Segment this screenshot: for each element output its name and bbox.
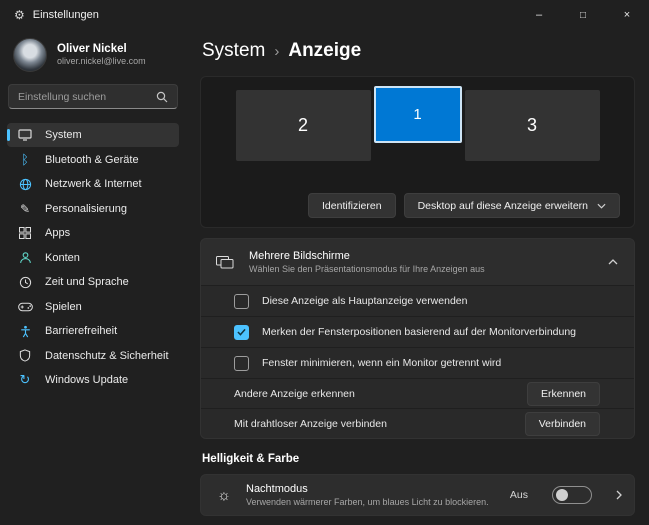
multiple-displays-subtitle: Wählen Sie den Präsentationsmodus für Ih… bbox=[249, 264, 485, 274]
toggle-knob bbox=[556, 489, 568, 501]
checkbox-label: Fenster minimieren, wenn ein Monitor get… bbox=[262, 357, 502, 369]
sidebar: Oliver Nickel oliver.nickel@live.com Sys… bbox=[0, 30, 186, 525]
window-title: Einstellungen bbox=[32, 9, 99, 21]
detect-button[interactable]: Erkennen bbox=[527, 381, 600, 406]
multiple-displays-icon bbox=[215, 255, 235, 269]
breadcrumb: System › Anzeige bbox=[202, 40, 635, 62]
apps-icon bbox=[17, 227, 33, 239]
sidebar-item-apps[interactable]: Apps bbox=[7, 221, 179, 245]
sidebar-item-label: Netzwerk & Internet bbox=[45, 178, 142, 190]
chevron-right-icon bbox=[616, 490, 622, 500]
search-icon bbox=[156, 91, 168, 103]
night-mode-toggle[interactable] bbox=[552, 486, 592, 504]
checkbox-label: Merken der Fensterpositionen basierend a… bbox=[262, 326, 577, 338]
minimize-windows-option-row[interactable]: Fenster minimieren, wenn ein Monitor get… bbox=[201, 347, 634, 378]
chevron-down-icon bbox=[597, 203, 606, 209]
monitor-2[interactable]: 2 bbox=[235, 90, 371, 161]
system-icon bbox=[17, 129, 33, 141]
night-mode-icon: ☼ bbox=[217, 486, 231, 504]
user-name: Oliver Nickel bbox=[57, 42, 127, 55]
sidebar-item-system[interactable]: System bbox=[7, 123, 179, 147]
breadcrumb-system[interactable]: System bbox=[202, 40, 265, 62]
display-arrangement-panel: 2 1 3 Identifizieren Desktop auf diese A… bbox=[200, 76, 635, 228]
settings-window: ⚙ Einstellungen – □ × Oliver Nickel oliv… bbox=[0, 0, 649, 525]
wireless-display-row: Mit drahtloser Anzeige verbinden Verbind… bbox=[201, 408, 634, 438]
detect-display-label: Andere Anzeige erkennen bbox=[234, 387, 355, 400]
main-content: System › Anzeige 2 1 3 Identifizieren De… bbox=[186, 30, 649, 525]
titlebar: ⚙ Einstellungen – □ × bbox=[0, 0, 649, 30]
detect-display-row: Andere Anzeige erkennen Erkennen bbox=[201, 378, 634, 408]
update-icon: ↻ bbox=[19, 372, 31, 387]
remember-positions-option-row[interactable]: Merken der Fensterpositionen basierend a… bbox=[201, 316, 634, 347]
minimize-button[interactable]: – bbox=[517, 0, 561, 30]
gaming-icon bbox=[17, 302, 33, 312]
night-mode-state: Aus bbox=[509, 489, 528, 501]
monitor-label: 1 bbox=[413, 106, 422, 123]
personalization-icon: ✎ bbox=[19, 201, 31, 216]
breadcrumb-current-page: Anzeige bbox=[288, 40, 362, 61]
user-email: oliver.nickel@live.com bbox=[57, 56, 146, 67]
extend-display-label: Desktop auf diese Anzeige erweitern bbox=[417, 199, 588, 212]
close-button[interactable]: × bbox=[605, 0, 649, 30]
sidebar-item-bluetooth[interactable]: ᛒ Bluetooth & Geräte bbox=[7, 148, 179, 172]
main-display-option-row[interactable]: Diese Anzeige als Hauptanzeige verwenden bbox=[201, 285, 634, 316]
sidebar-item-label: Spielen bbox=[45, 300, 82, 313]
wireless-display-label: Mit drahtloser Anzeige verbinden bbox=[234, 417, 387, 430]
maximize-button[interactable]: □ bbox=[561, 0, 605, 30]
bluetooth-icon: ᛒ bbox=[21, 152, 29, 167]
breadcrumb-chevron-icon: › bbox=[274, 43, 280, 60]
sidebar-nav: System ᛒ Bluetooth & Geräte Netzwerk & I… bbox=[7, 123, 179, 393]
avatar bbox=[13, 38, 47, 72]
multiple-displays-card: Mehrere Bildschirme Wählen Sie den Präse… bbox=[200, 238, 635, 439]
brightness-section-title: Helligkeit & Farbe bbox=[202, 453, 300, 465]
sidebar-item-privacy[interactable]: Datenschutz & Sicherheit bbox=[7, 344, 179, 368]
main-display-checkbox[interactable] bbox=[234, 293, 249, 309]
sidebar-item-time-language[interactable]: Zeit und Sprache bbox=[7, 270, 179, 294]
sidebar-item-accounts[interactable]: Konten bbox=[7, 246, 179, 270]
extend-display-dropdown[interactable]: Desktop auf diese Anzeige erweitern bbox=[403, 193, 620, 218]
accessibility-icon bbox=[17, 325, 33, 338]
sidebar-item-label: Personalisierung bbox=[45, 202, 127, 215]
monitor-3[interactable]: 3 bbox=[464, 90, 600, 161]
night-mode-subtitle: Verwenden wärmerer Farben, um blaues Lic… bbox=[246, 497, 489, 507]
network-icon bbox=[17, 178, 33, 191]
minimize-windows-checkbox[interactable] bbox=[234, 355, 249, 371]
monitor-actions: Identifizieren Desktop auf diese Anzeige… bbox=[308, 193, 620, 218]
chevron-up-icon[interactable] bbox=[606, 255, 620, 269]
sidebar-item-label: Zeit und Sprache bbox=[45, 276, 129, 288]
night-mode-title: Nachtmodus bbox=[246, 483, 308, 495]
window-controls: – □ × bbox=[517, 0, 649, 30]
monitor-layout: 2 1 3 bbox=[201, 77, 634, 161]
connect-button[interactable]: Verbinden bbox=[524, 411, 600, 436]
monitor-1-selected[interactable]: 1 bbox=[373, 86, 462, 143]
accounts-icon bbox=[17, 251, 33, 264]
privacy-icon bbox=[17, 349, 33, 362]
sidebar-item-gaming[interactable]: Spielen bbox=[7, 295, 179, 319]
sidebar-item-label: Bluetooth & Geräte bbox=[45, 153, 139, 166]
sidebar-item-windows-update[interactable]: ↻ Windows Update bbox=[7, 368, 179, 392]
time-language-icon bbox=[17, 276, 33, 289]
monitor-label: 2 bbox=[297, 115, 308, 135]
search-input[interactable] bbox=[18, 90, 138, 103]
sidebar-item-personalization[interactable]: ✎ Personalisierung bbox=[7, 197, 179, 221]
remember-positions-checkbox[interactable] bbox=[234, 324, 249, 340]
settings-gear-icon: ⚙ bbox=[14, 8, 25, 22]
settings-search-box[interactable] bbox=[8, 84, 178, 109]
user-profile[interactable]: Oliver Nickel oliver.nickel@live.com bbox=[7, 32, 179, 82]
sidebar-item-label: Apps bbox=[45, 227, 71, 239]
sidebar-item-label: Windows Update bbox=[45, 374, 129, 386]
checkbox-label: Diese Anzeige als Hauptanzeige verwenden bbox=[262, 295, 468, 307]
titlebar-app-identity: ⚙ Einstellungen bbox=[0, 8, 99, 22]
sidebar-item-network[interactable]: Netzwerk & Internet bbox=[7, 172, 179, 196]
sidebar-item-label: Konten bbox=[45, 251, 80, 264]
night-mode-row[interactable]: ☼ Nachtmodus Verwenden wärmerer Farben, … bbox=[200, 474, 635, 516]
sidebar-item-label: Barrierefreiheit bbox=[45, 325, 118, 337]
sidebar-item-accessibility[interactable]: Barrierefreiheit bbox=[7, 319, 179, 343]
multiple-displays-title: Mehrere Bildschirme bbox=[249, 250, 350, 262]
multiple-displays-header[interactable]: Mehrere Bildschirme Wählen Sie den Präse… bbox=[201, 239, 634, 285]
sidebar-item-label: Datenschutz & Sicherheit bbox=[45, 349, 169, 362]
monitor-label: 3 bbox=[526, 115, 537, 135]
identify-button[interactable]: Identifizieren bbox=[308, 193, 396, 218]
sidebar-item-label: System bbox=[45, 129, 82, 141]
